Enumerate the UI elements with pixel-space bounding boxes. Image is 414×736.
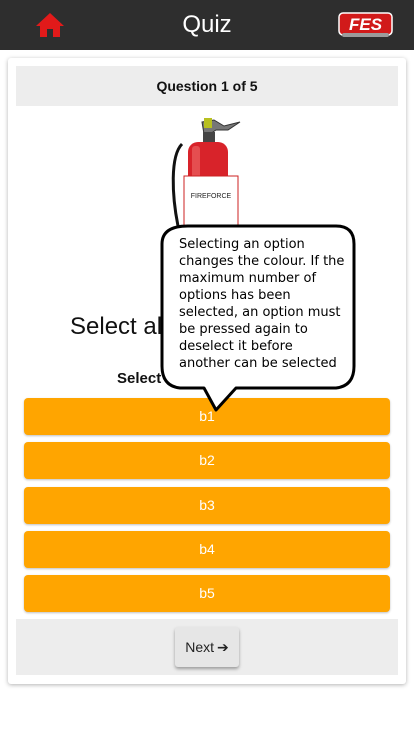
question-progress: Question 1 of 5 <box>16 66 398 106</box>
option-button-3[interactable]: b3 <box>24 487 390 524</box>
question-text: Select al <box>70 313 163 340</box>
tooltip-text: Selecting an option changes the colour. … <box>179 237 345 371</box>
arrow-right-icon: ➔ <box>217 639 229 655</box>
logo-text: FES <box>349 15 383 34</box>
instruction-text: Select a <box>117 370 174 387</box>
option-button-1[interactable]: b1 <box>24 398 390 435</box>
fes-logo: FES <box>338 12 393 37</box>
option-button-5[interactable]: b5 <box>24 575 390 612</box>
next-label: Next <box>185 639 215 655</box>
option-button-2[interactable]: b2 <box>24 442 390 479</box>
option-button-4[interactable]: b4 <box>24 531 390 568</box>
top-bar: Quiz FES <box>0 0 414 50</box>
extinguisher-label: FIREFORCE <box>191 193 232 200</box>
fire-extinguisher-image: FIREFORCE <box>171 118 241 246</box>
next-button[interactable]: Next ➔ <box>175 627 239 667</box>
